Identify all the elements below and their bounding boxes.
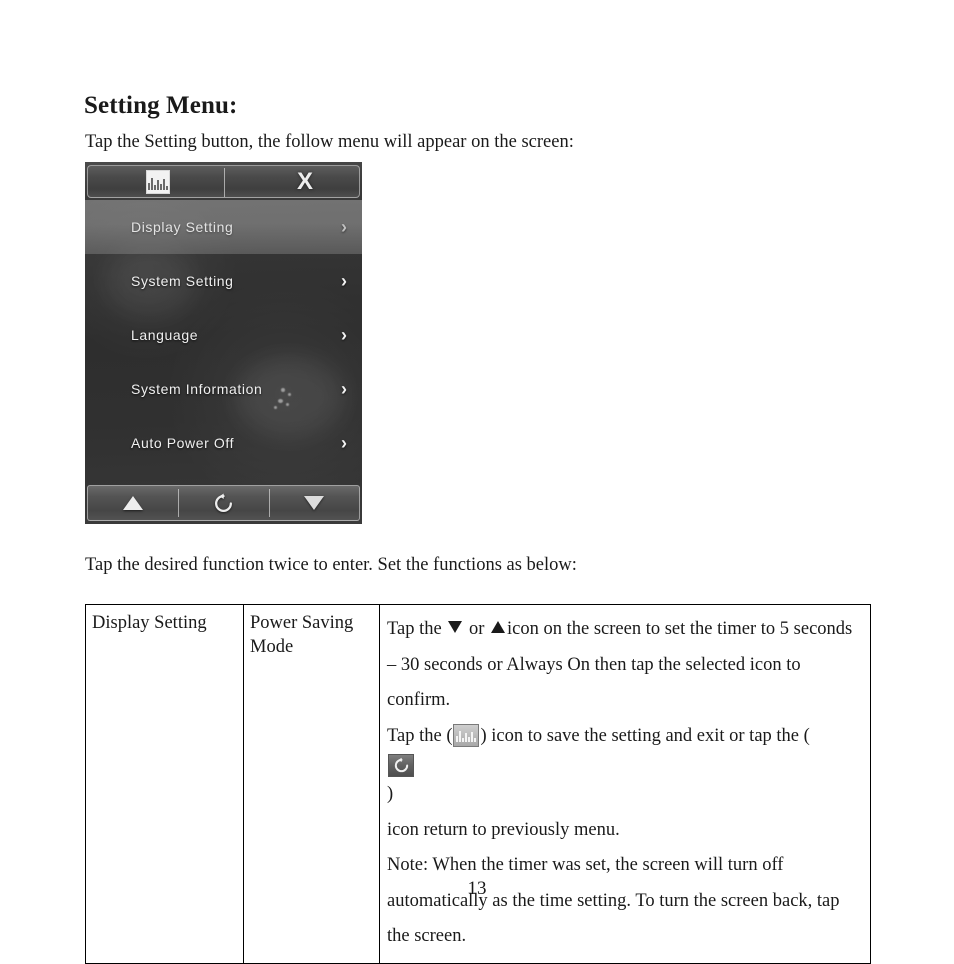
scroll-down-button[interactable] <box>268 486 359 520</box>
desc-text: icon on the screen to set the timer to 5… <box>507 619 853 639</box>
top-bar-divider <box>223 168 225 197</box>
chevron-right-icon: › <box>341 217 347 237</box>
device-menu-item-system-setting[interactable]: System Setting › <box>85 254 362 308</box>
cell-sub-function-name: Power Saving Mode <box>243 604 380 964</box>
save-icon-bars <box>148 177 168 190</box>
desc-text: Tap the <box>387 619 442 639</box>
description-line-7: the screen. <box>387 926 467 947</box>
chevron-right-icon: › <box>341 271 347 291</box>
device-menu-item-language[interactable]: Language › <box>85 308 362 362</box>
desc-text: ) icon to save the setting and exit or t… <box>480 725 810 746</box>
menu-item-label: Language <box>131 327 199 343</box>
device-menu-item-auto-power-off[interactable]: Auto Power Off › <box>85 416 362 470</box>
description-line-4: icon return to previously menu. <box>387 819 620 840</box>
device-menu-item-display-setting[interactable]: Display Setting › <box>85 200 362 254</box>
description-line-2: – 30 seconds or Always On then tap the s… <box>387 654 801 711</box>
scroll-up-button[interactable] <box>88 486 178 520</box>
device-menu-list: Display Setting › System Setting › Langu… <box>85 200 362 470</box>
device-menu-item-system-information[interactable]: System Information › <box>85 362 362 416</box>
close-icon[interactable]: X <box>297 168 313 196</box>
circular-return-arrow-icon <box>215 493 232 512</box>
table-row: Display Setting Power Saving Mode Tap th… <box>85 604 871 964</box>
chevron-right-icon: › <box>341 433 347 453</box>
cell-description: Tap the or icon on the screen to set the… <box>379 604 871 964</box>
desc-text: Tap the ( <box>387 725 453 746</box>
description-line-1: Tap the or icon on the screen to set the… <box>387 612 864 648</box>
page-title: Setting Menu: <box>84 92 238 119</box>
manual-page: Setting Menu: Tap the Setting button, th… <box>0 0 954 964</box>
menu-item-label: Display Setting <box>131 219 234 235</box>
save-icon[interactable] <box>146 170 170 194</box>
menu-item-label: Auto Power Off <box>131 435 235 451</box>
triangle-down-icon <box>303 496 324 510</box>
device-bottom-bar <box>87 485 360 521</box>
instruction-paragraph: Tap the desired function twice to enter.… <box>85 555 577 575</box>
triangle-up-icon <box>491 621 505 633</box>
triangle-up-icon <box>123 496 144 510</box>
triangle-down-icon <box>448 621 463 633</box>
chevron-right-icon: › <box>341 379 347 399</box>
return-button[interactable] <box>178 486 268 520</box>
menu-item-label: System Information <box>131 381 263 397</box>
save-icon-bars <box>454 730 478 742</box>
device-screenshot-image: X Display Setting › System Setting › Lan… <box>85 162 362 524</box>
desc-text: ) <box>387 784 394 805</box>
chevron-right-icon: › <box>341 325 347 345</box>
cell-function-name: Display Setting <box>85 604 244 964</box>
intro-paragraph: Tap the Setting button, the follow menu … <box>85 132 574 152</box>
save-icon <box>453 723 480 747</box>
functions-table: Display Setting Power Saving Mode Tap th… <box>85 604 871 964</box>
desc-text: or <box>468 619 485 639</box>
menu-item-label: System Setting <box>131 273 234 289</box>
circular-return-arrow-icon <box>388 754 414 778</box>
description-line-3: Tap the ( ) icon to save the setting and … <box>387 719 864 813</box>
page-number: 13 <box>467 878 487 899</box>
device-top-bar: X <box>87 165 360 198</box>
